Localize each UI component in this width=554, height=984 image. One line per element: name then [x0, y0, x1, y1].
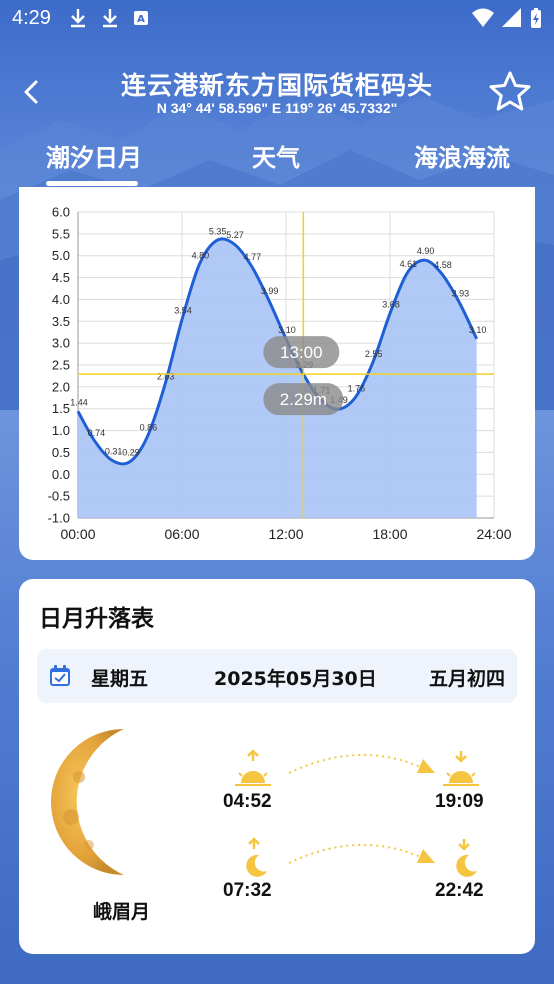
header: 连云港新东方国际货柜码头 N 34° 44' 58.596" E 119° 26…: [0, 58, 554, 128]
y-tick-label: 6.0: [52, 205, 70, 220]
calendar-icon: [50, 665, 70, 686]
data-label: 3.99: [261, 286, 279, 296]
sunrise-time: 04:52: [223, 791, 272, 812]
sun-arc: [288, 753, 435, 774]
signal-icon: [502, 8, 521, 27]
svg-text:A: A: [137, 14, 145, 25]
x-tick-label: 00:00: [60, 526, 95, 542]
data-label: 1.44: [70, 397, 88, 407]
data-label: 3.68: [382, 299, 400, 309]
date-bar[interactable]: 星期五 2025年05月30日 五月初四: [37, 649, 517, 703]
data-label: 4.58: [434, 260, 452, 270]
sunset-time: 19:09: [435, 791, 484, 812]
y-tick-label: -1.0: [48, 511, 70, 526]
data-label: 5.27: [226, 230, 244, 240]
tab-weather[interactable]: 天气: [252, 138, 300, 173]
tide-area-fill: [78, 238, 477, 518]
status-bar: 4:29 A: [0, 0, 554, 36]
y-tick-label: 3.0: [52, 336, 70, 351]
battery-charging-icon: [531, 8, 541, 28]
moonrise-icon: [246, 837, 267, 877]
data-label: 4.90: [417, 246, 435, 256]
data-label: 2.55: [365, 349, 383, 359]
tide-chart-card: 6.0 5.5 5.0 4.5 4.0 3.5 3.0 2.5 2.0 1.5 1.0 0.5 0.0 -…: [19, 187, 535, 560]
wifi-icon: [472, 8, 494, 27]
crosshair-value-label: 2.29m: [280, 390, 327, 409]
data-label: 0.86: [140, 423, 158, 433]
x-tick-label: 24:00: [476, 526, 511, 542]
page-title: 连云港新东方国际货柜码头: [120, 71, 433, 100]
date: 2025年05月30日: [214, 668, 377, 690]
y-tick-label: 0.0: [52, 467, 70, 482]
download-icon: [102, 9, 117, 28]
y-tick-label: 5.5: [52, 226, 70, 241]
x-tick-label: 12:00: [268, 526, 303, 542]
moon-arc: [288, 843, 435, 864]
data-label: 4.61: [400, 259, 418, 269]
tab-waves-currents[interactable]: 海浪海流: [414, 138, 510, 173]
data-label: 2.03: [157, 372, 175, 382]
data-label: 1.76: [348, 383, 366, 393]
data-label: 3.54: [174, 306, 192, 316]
data-label: 4.77: [244, 252, 262, 262]
favorite-star-button[interactable]: [488, 70, 532, 114]
data-label: 5.35: [209, 226, 227, 236]
y-tick-label: 2.5: [52, 358, 70, 373]
y-tick-label: 4.5: [52, 270, 70, 285]
lunar-date: 五月初四: [428, 668, 505, 690]
data-label: 0.31: [105, 447, 123, 457]
tab-tide-sun-moon[interactable]: 潮汐日月: [46, 138, 142, 173]
sunrise-icon: [235, 749, 271, 786]
moon-phase-icon: [50, 729, 124, 875]
tab-bar: 潮汐日月 天气 海浪海流: [0, 138, 554, 186]
app-notification-icon: A: [133, 11, 148, 25]
download-icon: [70, 9, 85, 28]
y-tick-label: 5.0: [52, 248, 70, 263]
crosshair-time-label: 13:00: [280, 343, 323, 362]
y-tick-label: -0.5: [48, 489, 70, 504]
sun-moon-title: 日月升落表: [39, 606, 154, 632]
y-tick-label: 2.0: [52, 379, 70, 394]
data-label: 3.10: [278, 325, 296, 335]
tide-chart[interactable]: 6.0 5.5 5.0 4.5 4.0 3.5 3.0 2.5 2.0 1.5 1.0 0.5 0.0 -…: [19, 187, 535, 560]
moonset-icon: [456, 839, 477, 877]
data-label: 4.80: [192, 250, 210, 260]
weekday: 星期五: [91, 668, 149, 690]
sun-moon-card: 日月升落表 星期五 2025年05月30日 五月初四 峨眉月 04:52 19:…: [19, 579, 535, 954]
x-tick-label: 06:00: [164, 526, 199, 542]
moonrise-time: 07:32: [223, 880, 272, 901]
status-time: 4:29: [12, 6, 51, 29]
coordinates: N 34° 44' 58.596" E 119° 26' 45.7332": [156, 100, 398, 116]
active-tab-indicator: [46, 181, 138, 186]
data-label: 3.10: [469, 325, 487, 335]
sunset-icon: [443, 751, 479, 786]
y-tick-label: 0.5: [52, 445, 70, 460]
y-tick-label: 1.5: [52, 401, 70, 416]
data-label: 0.74: [88, 428, 106, 438]
moon-phase-label: 峨眉月: [93, 901, 151, 923]
data-label: 3.93: [452, 288, 470, 298]
moonset-time: 22:42: [435, 880, 484, 901]
data-label: 0.29: [122, 448, 140, 458]
y-tick-label: 1.0: [52, 423, 70, 438]
x-tick-label: 18:00: [372, 526, 407, 542]
y-tick-label: 3.5: [52, 314, 70, 329]
y-tick-label: 4.0: [52, 292, 70, 307]
